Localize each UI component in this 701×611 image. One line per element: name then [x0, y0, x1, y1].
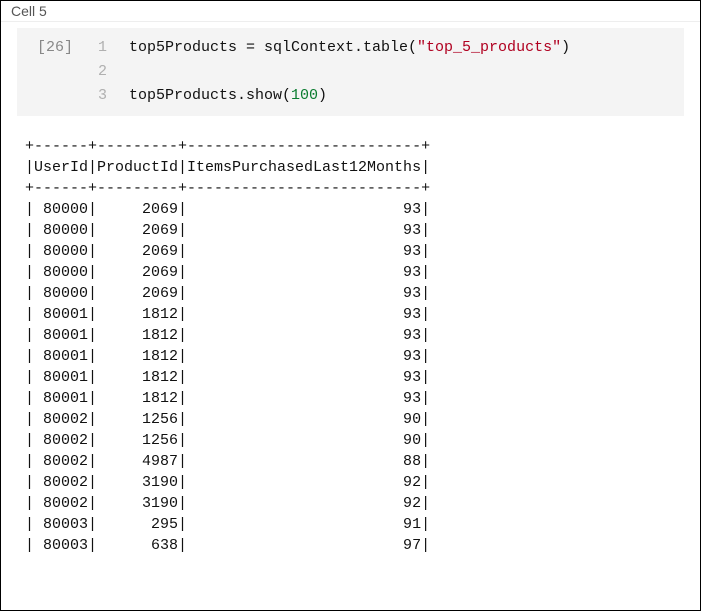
cell-title: Cell 5 [1, 1, 700, 22]
notebook-cell-container: Cell 5 [26] 1 2 3 top5Products = sqlCont… [0, 0, 701, 611]
cell-body: [26] 1 2 3 top5Products = sqlContext.tab… [1, 28, 700, 556]
line-number-gutter: 1 2 3 [79, 28, 113, 116]
execution-count: [26] [17, 28, 79, 116]
line-number: 2 [79, 60, 113, 84]
code-string-literal: "top_5_products" [417, 39, 561, 56]
code-block[interactable]: [26] 1 2 3 top5Products = sqlContext.tab… [17, 28, 684, 116]
cell-output: +------+---------+----------------------… [11, 136, 690, 556]
code-number-literal: 100 [291, 87, 318, 104]
line-number: 3 [79, 84, 113, 108]
code-text: ) [561, 39, 570, 56]
code-editor[interactable]: top5Products = sqlContext.table("top_5_p… [113, 28, 684, 116]
code-text: top5Products.show( [129, 87, 291, 104]
code-text: top5Products = sqlContext.table( [129, 39, 417, 56]
code-text: ) [318, 87, 327, 104]
line-number: 1 [79, 36, 113, 60]
